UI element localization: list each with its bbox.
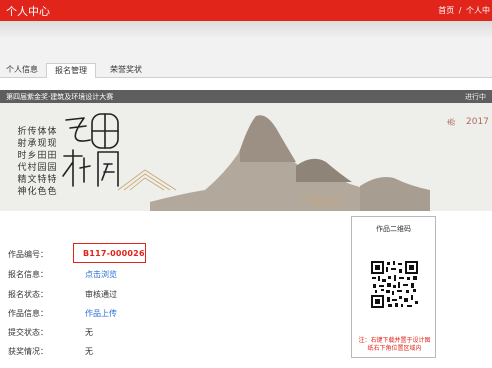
calligraphy-logo (62, 113, 119, 187)
tab-personal-info[interactable]: 个人信息 (0, 63, 44, 78)
top-header-bar: 个人中心 首页 / 个人中 (0, 0, 492, 21)
mountain-landscape (150, 115, 430, 211)
breadcrumb-home-link[interactable]: 首页 (438, 6, 454, 15)
breadcrumb: 首页 / 个人中 (438, 5, 490, 16)
year-mark: 赤 (447, 118, 456, 126)
header-shadow (0, 21, 492, 39)
qr-download-note: 注：右键下载并置于设计图纸右下角位置区域内 (358, 337, 431, 352)
info-label: 获奖情况： (8, 347, 48, 356)
qr-code-image[interactable] (371, 261, 418, 308)
registration-status-value: 审核通过 (85, 290, 117, 299)
upload-work-link[interactable]: 作品上传 (85, 308, 117, 319)
submission-status-value: 无 (85, 328, 93, 337)
tab-registration-management[interactable]: 报名管理 (46, 63, 96, 79)
banner-artwork: 赤 2017 (62, 113, 489, 211)
info-label: 报名状态： (8, 290, 48, 299)
banner-year: 2017 (466, 117, 489, 127)
work-id-highlight: B117-000026 (73, 243, 146, 263)
qr-title: 作品二维码 (376, 225, 411, 233)
view-registration-link[interactable]: 点击浏览 (85, 269, 117, 280)
info-label: 作品编号： (8, 250, 48, 259)
award-status-value: 无 (85, 347, 93, 356)
info-label: 提交状态： (8, 328, 48, 337)
info-label: 报名信息： (8, 270, 48, 279)
roof-line-art (117, 169, 177, 191)
info-label: 作品信息： (8, 309, 48, 318)
work-id-value: B117-000026 (83, 249, 145, 258)
competition-banner: 第四届紫金奖·建筑及环境设计大赛 进行中 折 传 体 体 射 承 现 现 时 乡… (0, 90, 492, 211)
qr-code-card: 作品二维码 注：右键下载并置于设计图纸右下角位置区域内 (351, 216, 436, 358)
breadcrumb-current: 个人中 (466, 6, 490, 15)
tab-bar: 个人信息 报名管理 荣誉奖状 (0, 63, 492, 79)
breadcrumb-separator: / (458, 6, 462, 15)
page-title: 个人中心 (6, 5, 50, 18)
tab-honors[interactable]: 荣誉奖状 (102, 63, 150, 78)
